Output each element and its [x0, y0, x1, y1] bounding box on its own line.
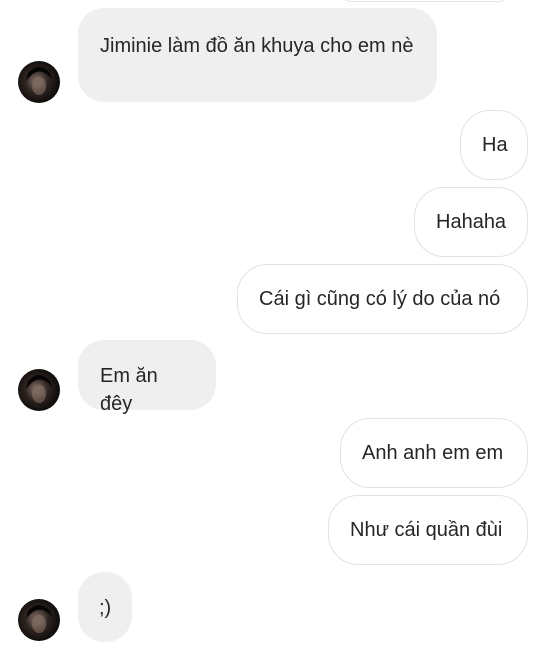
- contact-avatar-icon[interactable]: [18, 599, 60, 641]
- message-text: Anh anh em em: [362, 442, 504, 464]
- contact-avatar-icon[interactable]: [18, 61, 60, 103]
- message-text: ;): [99, 597, 112, 619]
- message-text: Jiminie làm đồ ăn khuya cho em nè: [100, 35, 414, 57]
- incoming-message-bubble[interactable]: Jiminie làm đồ ăn khuya cho em nè: [78, 8, 437, 102]
- contact-avatar-icon[interactable]: [18, 369, 60, 411]
- outgoing-message-bubble[interactable]: Anh anh em em: [340, 418, 528, 488]
- message-text: Em ăn đêy: [100, 365, 158, 415]
- message-text: Như cái quần đùi: [350, 519, 503, 541]
- outgoing-message-bubble[interactable]: Cái gì cũng có lý do của nó: [237, 264, 528, 334]
- incoming-message-bubble[interactable]: Em ăn đêy: [78, 340, 216, 415]
- message-text: Hahaha: [436, 211, 507, 233]
- outgoing-message-bubble[interactable]: Như cái quần đùi: [328, 495, 528, 565]
- message-text: Ha: [482, 134, 508, 156]
- outgoing-message-bubble[interactable]: Hahaha: [414, 187, 528, 257]
- message-text: Cái gì cũng có lý do của nó: [259, 288, 501, 310]
- incoming-message-bubble[interactable]: ;): [78, 572, 132, 642]
- clipped-outgoing-bubble: [340, 0, 510, 2]
- outgoing-message-bubble[interactable]: Ha: [460, 110, 528, 180]
